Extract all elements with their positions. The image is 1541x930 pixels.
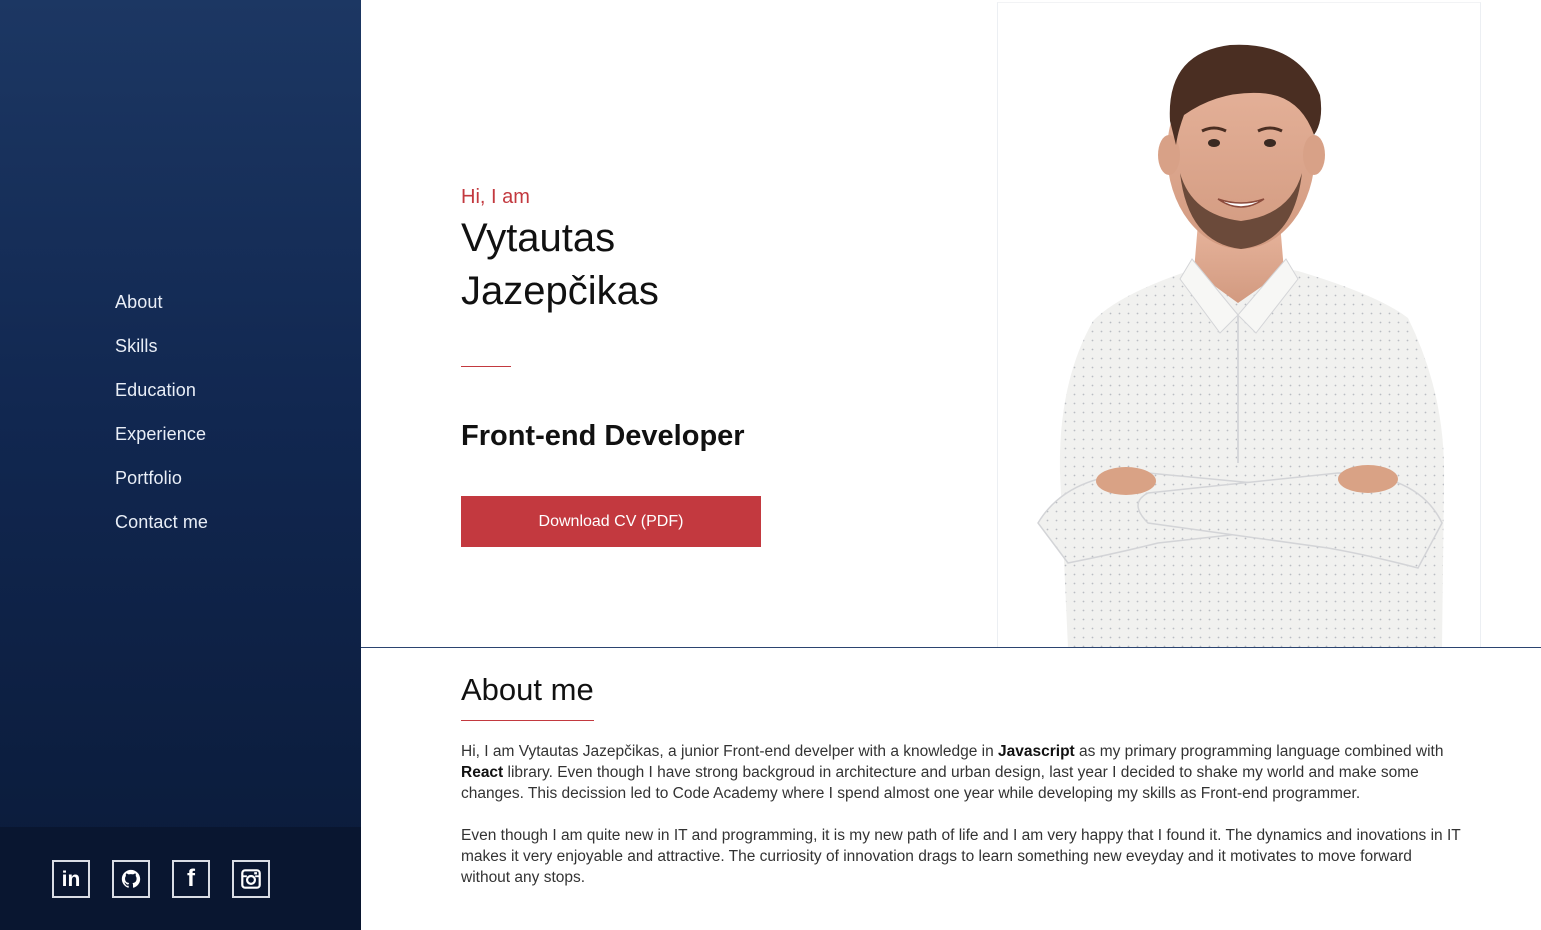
social-links: in f <box>52 860 270 898</box>
person-name: Vytautas Jazepčikas <box>461 212 881 318</box>
main-nav: About Skills Education Experience Portfo… <box>115 290 208 554</box>
download-cv-button[interactable]: Download CV (PDF) <box>461 496 761 547</box>
about-paragraph-2: Even though I am quite new in IT and pro… <box>461 827 1461 886</box>
about-paragraph-1: Hi, I am Vytautas Jazepčikas, a junior F… <box>461 741 1461 804</box>
nav-item-education[interactable]: Education <box>115 378 196 402</box>
instagram-glyph <box>241 869 261 889</box>
linkedin-icon[interactable]: in <box>52 860 90 898</box>
sidebar: About Skills Education Experience Portfo… <box>0 0 361 930</box>
profile-photo <box>997 2 1481 647</box>
greeting: Hi, I am <box>461 186 530 208</box>
person-portrait <box>998 3 1480 647</box>
about-text: Hi, I am Vytautas Jazepčikas, a junior F… <box>461 743 999 760</box>
social-bar: in f <box>0 827 361 930</box>
facebook-glyph: f <box>187 865 195 892</box>
first-name: Vytautas <box>461 216 616 260</box>
nav-item-about[interactable]: About <box>115 290 163 314</box>
about-text: as my primary programming language combi… <box>1074 743 1444 760</box>
about-title: About me <box>461 672 594 721</box>
job-title: Front-end Developer <box>461 420 745 452</box>
nav-item-contact[interactable]: Contact me <box>115 510 208 534</box>
about-highlight-react: React <box>461 764 504 781</box>
nav-item-portfolio[interactable]: Portfolio <box>115 466 182 490</box>
about-section: About me Hi, I am Vytautas Jazepčikas, a… <box>461 672 1461 888</box>
about-text: library. Even though I have strong backg… <box>461 764 1419 802</box>
instagram-icon[interactable] <box>232 860 270 898</box>
hero-section: Hi, I am Vytautas Jazepčikas Front-end D… <box>361 0 1541 648</box>
accent-divider <box>461 366 511 367</box>
github-icon[interactable] <box>112 860 150 898</box>
about-highlight-javascript: Javascript <box>998 743 1075 760</box>
linkedin-glyph: in <box>61 867 81 891</box>
nav-item-skills[interactable]: Skills <box>115 334 158 358</box>
github-glyph <box>121 869 141 888</box>
last-name: Jazepčikas <box>461 269 659 313</box>
nav-item-experience[interactable]: Experience <box>115 422 206 446</box>
facebook-icon[interactable]: f <box>172 860 210 898</box>
